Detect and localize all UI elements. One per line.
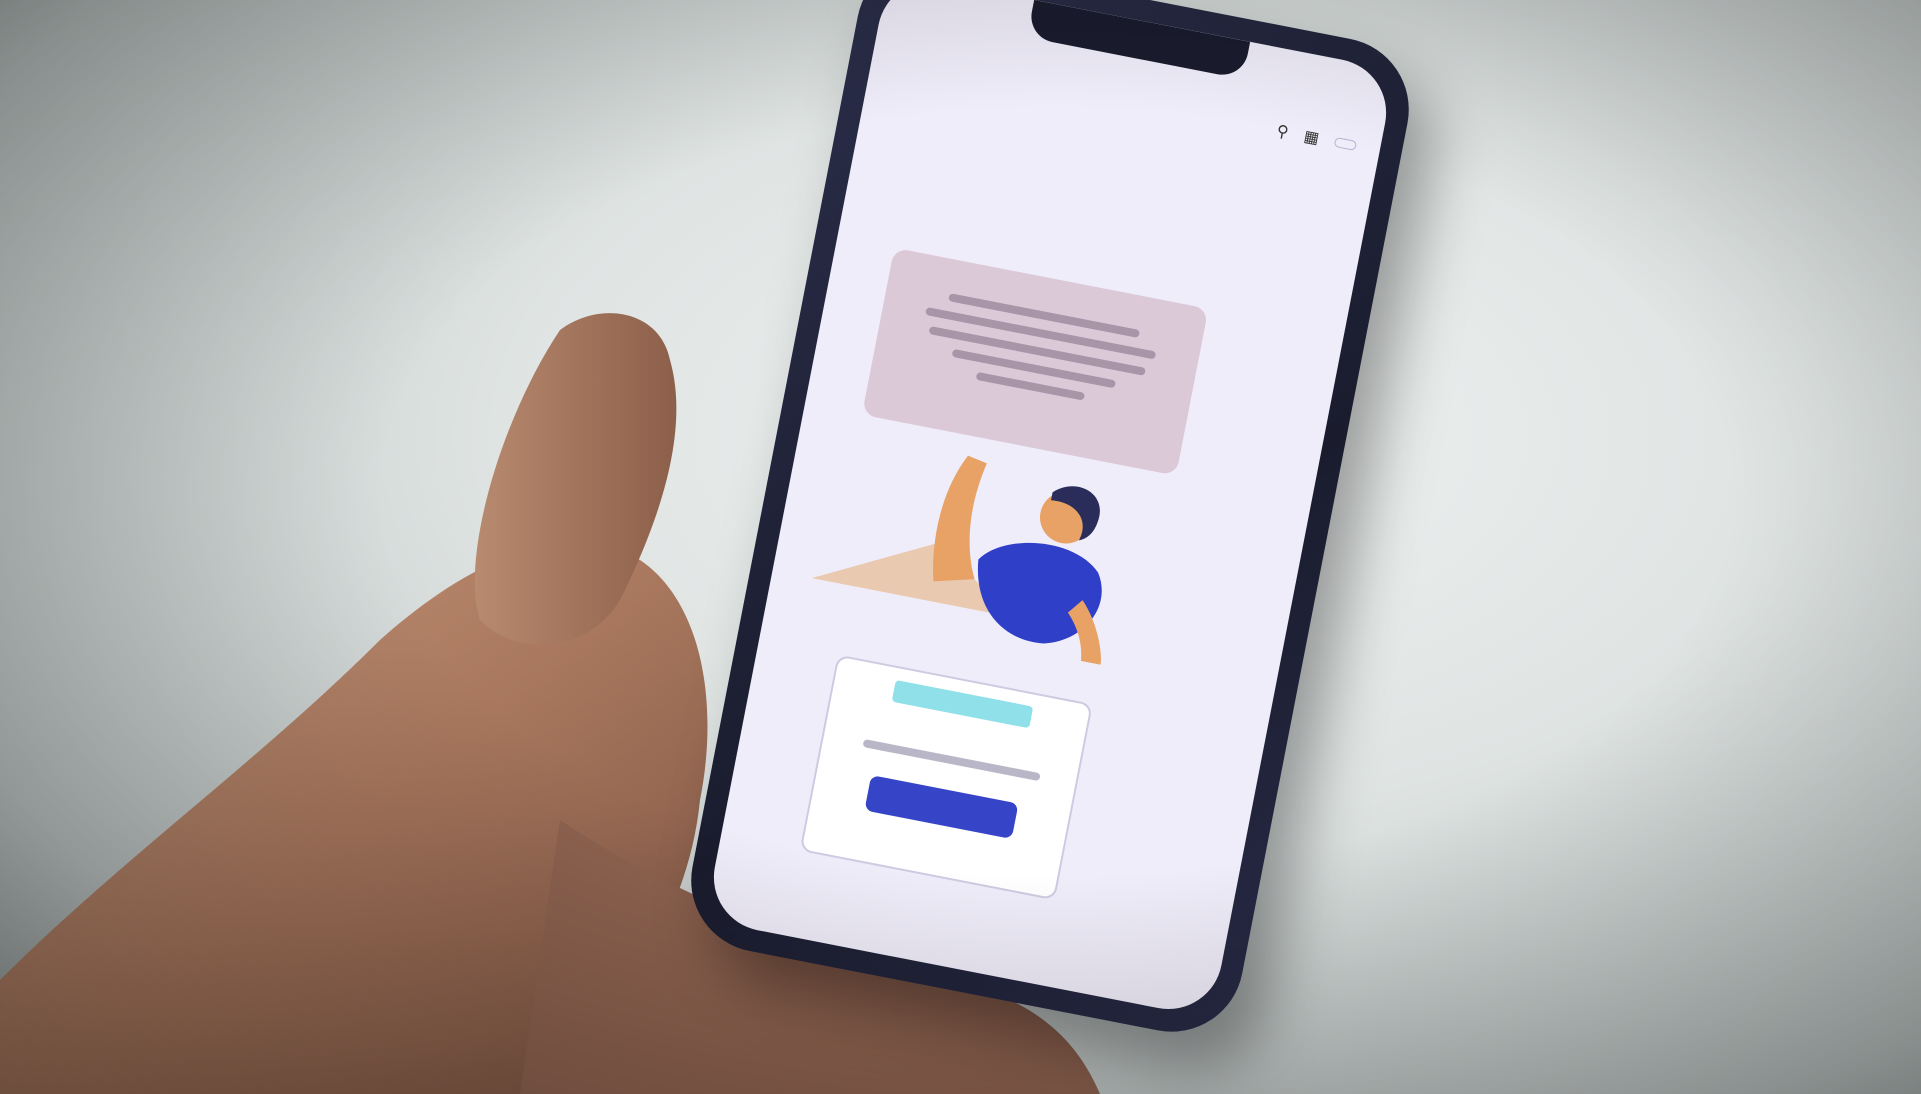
- header-button[interactable]: [1333, 136, 1358, 151]
- content-card: [799, 654, 1093, 901]
- card-badge: [891, 679, 1034, 729]
- status-signal: [1350, 70, 1355, 94]
- card-action-button[interactable]: [864, 775, 1019, 840]
- grid-icon[interactable]: ▦: [1302, 126, 1321, 149]
- search-icon[interactable]: ⚲: [1275, 121, 1290, 143]
- card-text-line: [862, 738, 1041, 782]
- status-time: [922, 0, 927, 11]
- header-actions: ⚲ ▦: [1275, 121, 1358, 156]
- photo-background: ⚲ ▦: [0, 0, 1921, 1094]
